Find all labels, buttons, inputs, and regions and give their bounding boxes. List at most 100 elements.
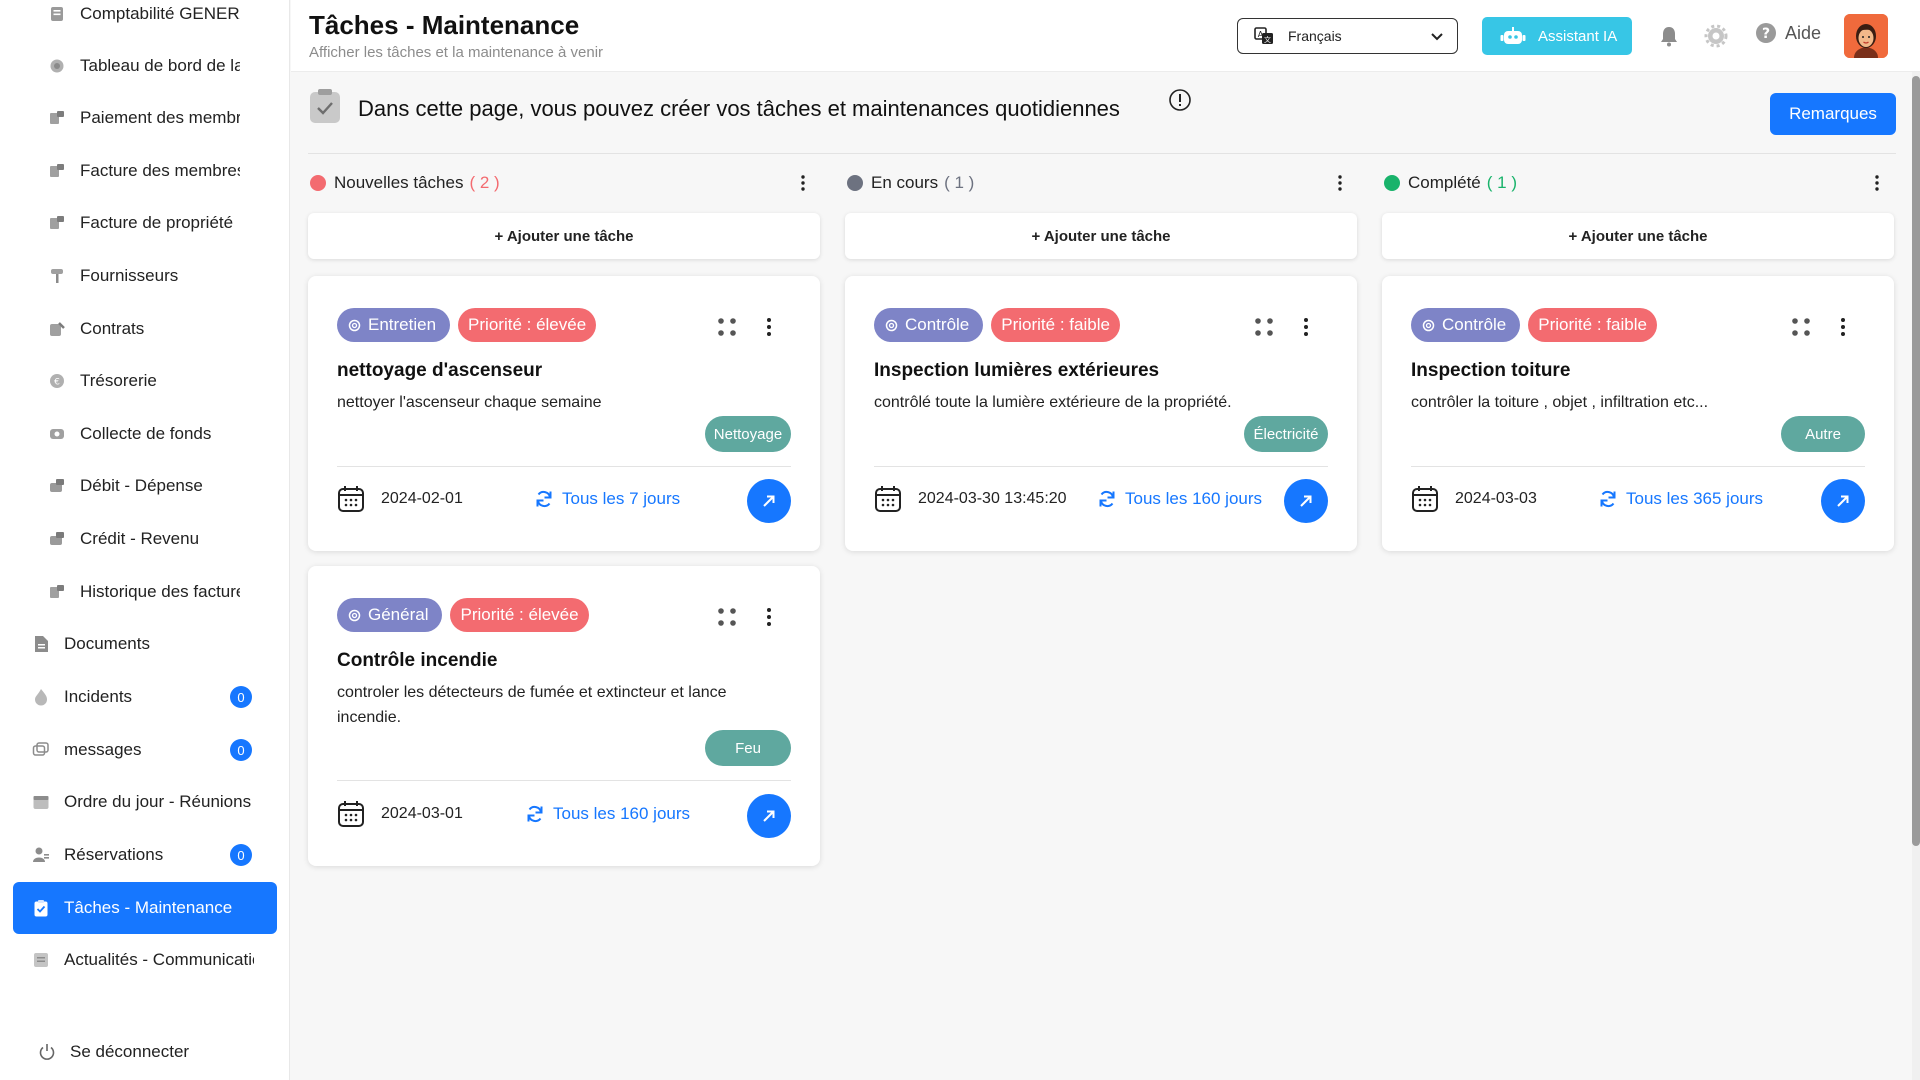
sidebar-item-fournisseurs[interactable]: Fournisseurs [0, 256, 289, 296]
more-vertical-icon[interactable] [794, 174, 812, 192]
open-task-button[interactable] [1284, 479, 1328, 523]
sidebar-item-label: Facture de propriété [80, 213, 234, 232]
task-card[interactable]: Contrôle Priorité : faible Inspection to… [1382, 276, 1894, 551]
status-dot [847, 175, 863, 191]
news-icon [32, 951, 50, 969]
calendar-icon [1412, 486, 1438, 512]
category-label: Contrôle [905, 315, 970, 334]
gear-icon [348, 609, 361, 621]
supplier-icon [48, 267, 66, 285]
category-tag: Contrôle [1411, 308, 1521, 342]
drag-handle-icon[interactable] [1253, 316, 1275, 338]
language-selected-value: Français [1288, 28, 1342, 44]
add-task-button[interactable]: + Ajouter une tâche [308, 213, 820, 259]
document-icon [32, 635, 50, 653]
more-vertical-icon[interactable] [760, 606, 778, 628]
sidebar-item-ordre-du-jour[interactable]: Ordre du jour - Réunions [0, 782, 289, 822]
task-card[interactable]: Contrôle Priorité : faible Inspection lu… [845, 276, 1357, 551]
task-recurrence: Tous les 7 jours [534, 489, 680, 509]
arrow-up-right-icon [1837, 495, 1849, 507]
card-tags: Contrôle Priorité : faible [874, 308, 1120, 342]
refresh-icon [527, 805, 543, 823]
sidebar-item-incidents[interactable]: Incidents 0 [0, 677, 289, 717]
svg-text:€: € [54, 378, 60, 388]
sidebar-item-label: Collecte de fonds [80, 424, 212, 443]
task-date: 2024-03-01 [337, 800, 463, 828]
more-vertical-icon[interactable] [1331, 174, 1349, 192]
open-task-button[interactable] [747, 479, 791, 523]
refresh-icon [536, 490, 552, 508]
drag-handle-icon[interactable] [716, 606, 738, 628]
task-recurrence-value: Tous les 160 jours [1125, 489, 1263, 508]
priority-tag: Priorité : élevée [458, 308, 597, 342]
sidebar-item-messages[interactable]: messages 0 [0, 730, 289, 770]
add-task-button[interactable]: + Ajouter une tâche [845, 213, 1357, 259]
gear-icon[interactable] [1704, 24, 1728, 48]
sidebar-item-label: messages [64, 740, 142, 759]
sidebar-item-reservations[interactable]: Réservations 0 [0, 835, 289, 875]
task-card[interactable]: Entretien Priorité : élevée nettoyage d'… [308, 276, 820, 551]
add-task-button[interactable]: + Ajouter une tâche [1382, 213, 1894, 259]
incidents-count-badge: 0 [230, 686, 252, 708]
sidebar-item-debit-depense[interactable]: Débit - Dépense [0, 466, 289, 506]
sidebar-item-collecte-fonds[interactable]: Collecte de fonds [0, 414, 289, 454]
drag-handle-icon[interactable] [1790, 316, 1812, 338]
sidebar-item-label: Contrats [80, 319, 145, 338]
sidebar-item-label: Fournisseurs [80, 266, 179, 285]
users-icon [32, 846, 50, 864]
sidebar-item-historique-factures[interactable]: Historique des factures [0, 572, 289, 612]
sidebar-item-facture-membres[interactable]: Facture des membres [0, 151, 289, 191]
open-task-button[interactable] [747, 794, 791, 838]
ai-assistant-button[interactable]: Assistant IA [1482, 17, 1632, 55]
task-date-value: 2024-03-30 13:45:20 [918, 490, 1067, 507]
info-banner: Dans cette page, vous pouvez créer vos t… [308, 84, 1896, 154]
more-vertical-icon[interactable] [1297, 316, 1315, 338]
payment-icon [48, 109, 66, 127]
column-count: ( 1 ) [944, 173, 975, 192]
fundraising-icon [48, 425, 66, 443]
card-divider [1411, 466, 1865, 467]
task-recurrence-value: Tous les 160 jours [553, 804, 691, 823]
drag-handle-icon[interactable] [716, 316, 738, 338]
more-vertical-icon[interactable] [760, 316, 778, 338]
task-date-value: 2024-03-03 [1455, 490, 1537, 507]
sidebar: Comptabilité GENERALE Tableau de bord de… [0, 0, 290, 1080]
card-divider [337, 466, 791, 467]
sidebar-item-label: Comptabilité GENERALE [80, 4, 240, 23]
language-select[interactable]: A文 Français [1237, 18, 1458, 54]
more-vertical-icon[interactable] [1834, 316, 1852, 338]
sidebar-item-taches-maintenance[interactable]: Tâches - Maintenance [13, 882, 277, 934]
task-card[interactable]: Général Priorité : élevée Contrôle incen… [308, 566, 820, 866]
gear-icon [885, 319, 898, 331]
column-header: Complété ( 1 ) [1382, 160, 1894, 206]
status-dot [310, 175, 326, 191]
logout-button[interactable]: Se déconnecter [0, 1032, 289, 1072]
dashboard-icon [48, 57, 66, 75]
open-task-button[interactable] [1821, 479, 1865, 523]
sidebar-item-contrats[interactable]: Contrats [0, 309, 289, 349]
help-link[interactable]: ? Aide [1755, 22, 1821, 44]
page-title: Tâches - Maintenance [309, 10, 580, 40]
treasury-icon: € [48, 372, 66, 390]
calendar-icon [338, 486, 364, 512]
bell-icon[interactable] [1657, 24, 1681, 48]
sidebar-item-tableau-de-bord[interactable]: Tableau de bord de la copropriété [0, 46, 289, 86]
card-divider [874, 466, 1328, 467]
sidebar-item-comptabilite[interactable]: Comptabilité GENERALE [0, 0, 289, 34]
calendar-icon [32, 793, 50, 811]
more-vertical-icon[interactable] [1868, 174, 1886, 192]
sidebar-item-actualites[interactable]: Actualités - Communications [0, 940, 289, 980]
column-title: Nouvelles tâches [334, 173, 464, 192]
svg-text:文: 文 [1264, 35, 1271, 44]
sidebar-item-documents[interactable]: Documents [0, 624, 289, 664]
contract-icon [48, 320, 66, 338]
info-icon[interactable] [1168, 88, 1192, 112]
sidebar-item-credit-revenu[interactable]: Crédit - Revenu [0, 519, 289, 559]
remarks-button[interactable]: Remarques [1770, 93, 1896, 135]
sidebar-item-tresorerie[interactable]: € Trésorerie [0, 361, 289, 401]
user-avatar[interactable] [1844, 14, 1888, 58]
sidebar-item-facture-propriete[interactable]: Facture de propriété [0, 203, 289, 243]
page-scrollbar-thumb[interactable] [1912, 76, 1920, 846]
sidebar-item-paiement-membres[interactable]: Paiement des membres [0, 98, 289, 138]
task-recurrence-value: Tous les 365 jours [1626, 489, 1764, 508]
